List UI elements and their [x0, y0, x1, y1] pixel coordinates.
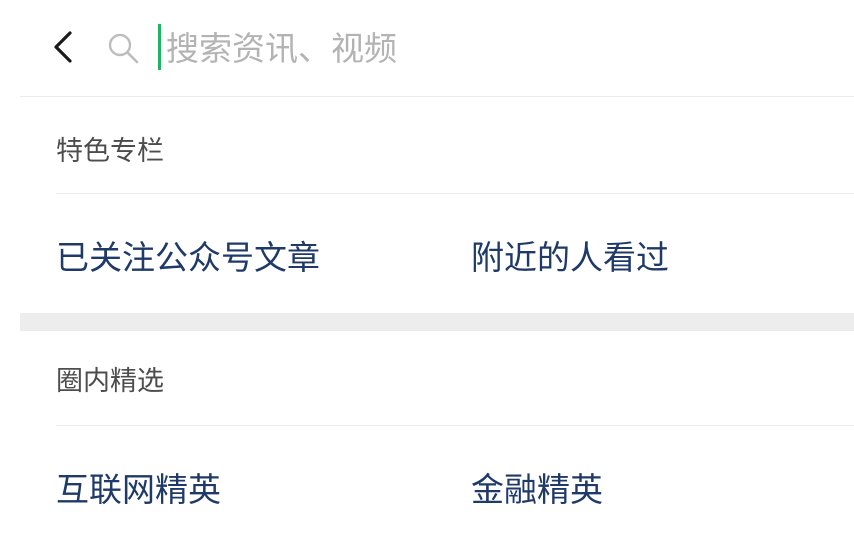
item-followed-articles[interactable]: 已关注公众号文章	[56, 241, 320, 274]
section-separator	[20, 313, 854, 331]
search-header	[0, 0, 854, 97]
item-internet-elite[interactable]: 互联网精英	[56, 473, 221, 506]
item-finance-elite[interactable]: 金融精英	[471, 473, 603, 506]
chevron-left-icon	[54, 31, 72, 63]
header-divider	[20, 96, 854, 97]
item-nearby-people-viewed[interactable]: 附近的人看过	[471, 241, 669, 274]
section-divider	[56, 193, 854, 194]
text-cursor	[158, 24, 161, 70]
search-icon	[106, 31, 140, 65]
section-divider	[56, 425, 854, 426]
back-button[interactable]	[50, 27, 80, 67]
search-input[interactable]	[166, 22, 806, 74]
section-title-featured-columns: 特色专栏	[56, 136, 164, 167]
section-title-circle-picks: 圈内精选	[56, 366, 164, 397]
